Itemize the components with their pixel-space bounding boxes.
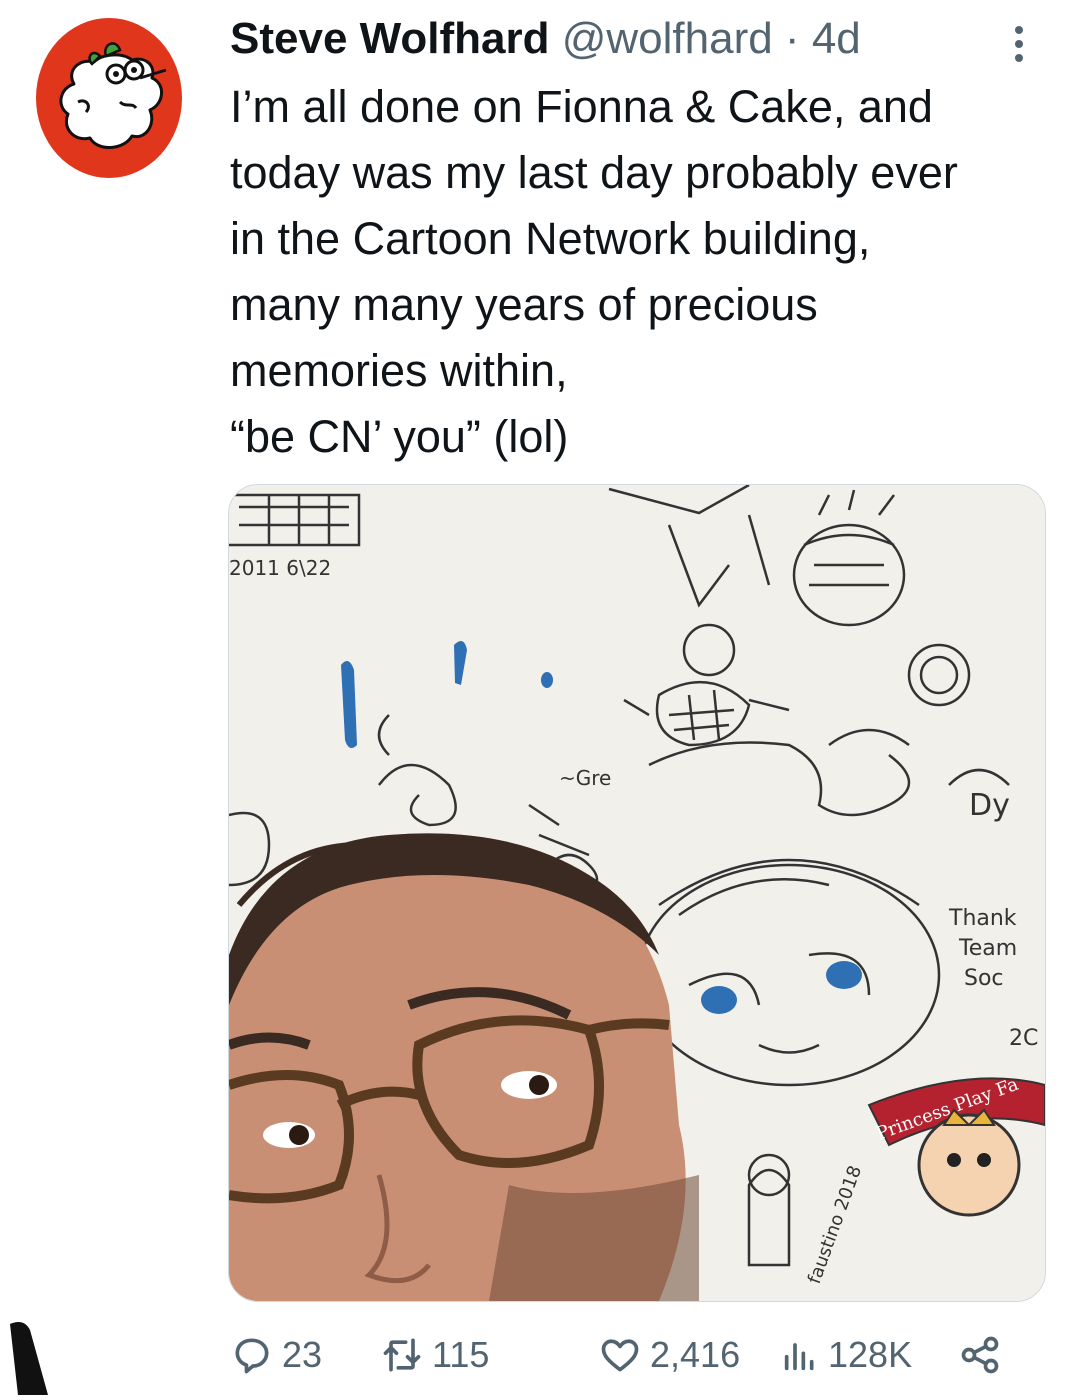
tweet-actions: 23 115 2,416 128K xyxy=(230,1330,1030,1380)
tweet-text-line: “be CN’ you” (lol) xyxy=(230,411,569,462)
doodle-team: Team xyxy=(958,936,1017,961)
repost-count: 115 xyxy=(432,1334,490,1375)
reply-count: 23 xyxy=(282,1334,323,1375)
doodle-soc: Soc xyxy=(964,966,1004,991)
doodle-dy: Dy xyxy=(969,788,1010,823)
tweet-text-line: I’m all done on Fionna & Cake, and xyxy=(230,81,933,132)
display-name[interactable]: Steve Wolfhard xyxy=(230,14,549,63)
post-time[interactable]: 4d xyxy=(812,14,861,63)
views-count: 128K xyxy=(828,1334,913,1375)
like-count: 2,416 xyxy=(650,1334,741,1375)
tweet-text-line: memories within, xyxy=(230,345,568,396)
meta-separator: · xyxy=(772,14,812,63)
doodle-date: 2011 6\22 xyxy=(229,556,331,580)
heart-icon xyxy=(601,1339,639,1372)
tweet-header: Steve Wolfhard @wolfhard · 4d xyxy=(230,12,1020,66)
share-icon xyxy=(961,1336,999,1374)
doodle-gre: ~Gre xyxy=(559,766,611,790)
doodle-twenty: 2C xyxy=(1009,1026,1038,1051)
reply-button[interactable]: 23 xyxy=(230,1330,322,1380)
avatar[interactable] xyxy=(36,18,182,178)
photo-illustration: 2011 6\22 ~Gre Dy Thank Team Soc 2C Prin… xyxy=(229,485,1045,1301)
share-button[interactable] xyxy=(958,1330,1002,1380)
reply-icon xyxy=(235,1338,269,1374)
cropped-dark-shape xyxy=(0,1318,60,1395)
user-handle[interactable]: @wolfhard xyxy=(562,14,773,63)
views-button[interactable]: 128K xyxy=(780,1330,912,1380)
repost-button[interactable]: 115 xyxy=(380,1330,489,1380)
repost-icon xyxy=(383,1338,421,1372)
tweet-text-line: in the Cartoon Network building, xyxy=(230,213,871,264)
like-button[interactable]: 2,416 xyxy=(598,1330,740,1380)
views-icon xyxy=(784,1343,814,1371)
more-vertical-icon[interactable] xyxy=(1004,22,1034,62)
tweet-text-line: many many years of precious xyxy=(230,279,818,330)
tweet-text-line: today was my last day probably ever xyxy=(230,147,958,198)
tweet-photo[interactable]: 2011 6\22 ~Gre Dy Thank Team Soc 2C Prin… xyxy=(228,484,1046,1302)
tweet-text: I’m all done on Fionna & Cake, and today… xyxy=(230,74,1060,470)
doodle-thank: Thank xyxy=(948,906,1017,931)
